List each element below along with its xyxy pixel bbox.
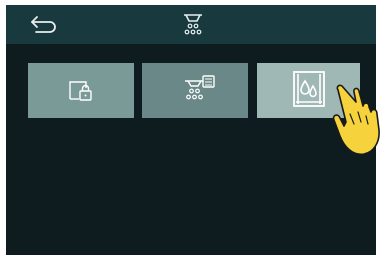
door-lock-icon bbox=[69, 81, 92, 101]
shower-tank-icon bbox=[185, 75, 215, 100]
shower-cabin-icon bbox=[293, 71, 325, 107]
hand-pointer-icon bbox=[332, 84, 380, 156]
tile-shower-tank[interactable] bbox=[142, 63, 248, 118]
shower-head-icon bbox=[184, 14, 202, 35]
header-bar bbox=[6, 5, 376, 44]
back-arrow-icon bbox=[31, 16, 56, 33]
device-screen bbox=[6, 5, 376, 255]
back-button[interactable] bbox=[24, 13, 64, 39]
tile-door-lock[interactable] bbox=[28, 63, 134, 118]
